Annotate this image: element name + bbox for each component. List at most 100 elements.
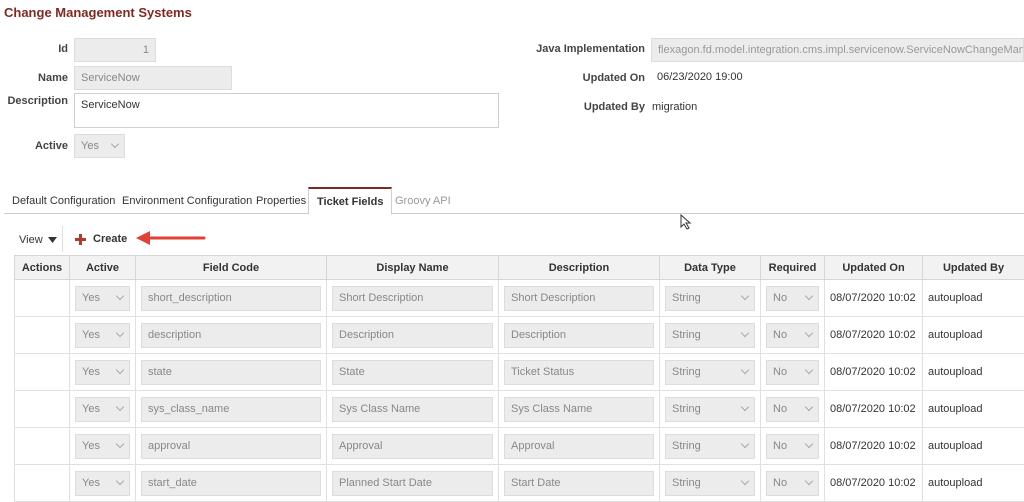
description-input[interactable]: Ticket Status (504, 360, 654, 385)
description-cell: Description (499, 317, 660, 354)
field-code-input[interactable]: description (141, 323, 321, 348)
required-select[interactable]: No (766, 360, 819, 385)
required-select-value: No (773, 440, 787, 452)
field-code-input-value: state (148, 366, 172, 378)
display-name-input[interactable]: Approval (332, 434, 493, 459)
view-menu[interactable]: View (19, 234, 57, 246)
display-name-input[interactable]: State (332, 360, 493, 385)
column-header-active[interactable]: Active (70, 256, 136, 280)
active-select[interactable]: Yes (75, 323, 130, 348)
required-select[interactable]: No (766, 434, 819, 459)
create-button[interactable]: Create (75, 233, 127, 245)
updated-on-cell: 08/07/2020 10:02 (825, 465, 923, 502)
data-type-select[interactable]: String (665, 397, 755, 422)
description-cell: Short Description (499, 280, 660, 317)
field-code-cell: start_date (136, 465, 327, 502)
chevron-down-icon (116, 329, 124, 337)
description-input-value: Ticket Status (511, 366, 574, 378)
active-select[interactable]: Yes (75, 434, 130, 459)
display-name-input[interactable]: Description (332, 323, 493, 348)
actions-cell (15, 391, 70, 428)
actions-cell (15, 428, 70, 465)
data-type-select[interactable]: String (665, 471, 755, 496)
updated-by-cell: autoupload (923, 280, 1024, 317)
chevron-down-icon (805, 403, 813, 411)
data-type-select-value: String (672, 403, 701, 415)
column-header-updated-on[interactable]: Updated On (825, 256, 923, 280)
description-field[interactable]: ServiceNow (74, 93, 499, 128)
description-cell: Approval (499, 428, 660, 465)
tab-environment-configuration[interactable]: Environment Configuration (114, 187, 260, 214)
display-name-input[interactable]: Planned Start Date (332, 471, 493, 496)
description-input[interactable]: Sys Class Name (504, 397, 654, 422)
required-select[interactable]: No (766, 397, 819, 422)
active-select[interactable]: Yes (75, 471, 130, 496)
display-name-input[interactable]: Short Description (332, 286, 493, 311)
field-code-input-value: short_description (148, 292, 232, 304)
display-name-input[interactable]: Sys Class Name (332, 397, 493, 422)
page-title: Change Management Systems (4, 5, 192, 20)
field-code-input[interactable]: sys_class_name (141, 397, 321, 422)
column-header-data-type[interactable]: Data Type (660, 256, 761, 280)
required-select[interactable]: No (766, 323, 819, 348)
field-code-input[interactable]: approval (141, 434, 321, 459)
table-header-row: Actions Active Field Code Display Name D… (15, 256, 1024, 280)
field-code-input-value: description (148, 329, 201, 341)
name-field[interactable]: ServiceNow (74, 66, 232, 90)
required-select[interactable]: No (766, 286, 819, 311)
id-value: 1 (143, 44, 149, 56)
column-header-field-code[interactable]: Field Code (136, 256, 327, 280)
data-type-select[interactable]: String (665, 434, 755, 459)
active-cell: Yes (70, 465, 136, 502)
required-select-value: No (773, 329, 787, 341)
tab-default-configuration[interactable]: Default Configuration (4, 187, 123, 214)
mouse-cursor-icon (680, 214, 692, 230)
active-select[interactable]: Yes (75, 397, 130, 422)
description-input-value: Approval (511, 440, 554, 452)
tab-properties[interactable]: Properties (248, 187, 314, 214)
data-type-cell: String (660, 280, 761, 317)
updated-by-cell: autoupload (923, 428, 1024, 465)
name-value: ServiceNow (81, 72, 140, 84)
name-label: Name (0, 72, 68, 84)
active-select[interactable]: Yes (75, 286, 130, 311)
display-name-cell: State (327, 354, 499, 391)
field-code-input-value: start_date (148, 477, 197, 489)
column-header-required[interactable]: Required (761, 256, 825, 280)
column-header-description[interactable]: Description (499, 256, 660, 280)
table-row: Yes sys_class_name Sys Class Name Sys Class… (15, 391, 1024, 428)
required-cell: No (761, 317, 825, 354)
active-select[interactable]: Yes (75, 360, 130, 385)
description-input[interactable]: Description (504, 323, 654, 348)
data-type-select-value: String (672, 440, 701, 452)
toolbar-divider (62, 226, 63, 252)
data-type-cell: String (660, 465, 761, 502)
chevron-down-icon (116, 366, 124, 374)
tab-groovy-api[interactable]: Groovy API (387, 187, 459, 214)
description-input[interactable]: Short Description (504, 286, 654, 311)
required-select[interactable]: No (766, 471, 819, 496)
chevron-down-icon (741, 366, 749, 374)
id-field[interactable]: 1 (74, 38, 156, 62)
field-code-input[interactable]: state (141, 360, 321, 385)
column-header-updated-by[interactable]: Updated By (923, 256, 1024, 280)
tab-ticket-fields[interactable]: Ticket Fields (308, 187, 392, 215)
description-input[interactable]: Start Date (504, 471, 654, 496)
column-header-display-name[interactable]: Display Name (327, 256, 499, 280)
data-type-select-value: String (672, 329, 701, 341)
field-code-input-value: approval (148, 440, 190, 452)
data-type-select[interactable]: String (665, 323, 755, 348)
chevron-down-icon (805, 329, 813, 337)
chevron-down-icon (805, 477, 813, 485)
active-select-value: Yes (82, 292, 100, 304)
field-code-input[interactable]: short_description (141, 286, 321, 311)
data-type-select[interactable]: String (665, 360, 755, 385)
data-type-select[interactable]: String (665, 286, 755, 311)
active-select[interactable]: Yes (74, 134, 125, 158)
java-implementation-field[interactable]: flexagon.fd.model.integration.cms.impl.s… (651, 38, 1024, 62)
field-code-input[interactable]: start_date (141, 471, 321, 496)
updated-on-cell: 08/07/2020 10:02 (825, 317, 923, 354)
description-input[interactable]: Approval (504, 434, 654, 459)
active-select-value: Yes (82, 440, 100, 452)
chevron-down-icon (741, 329, 749, 337)
